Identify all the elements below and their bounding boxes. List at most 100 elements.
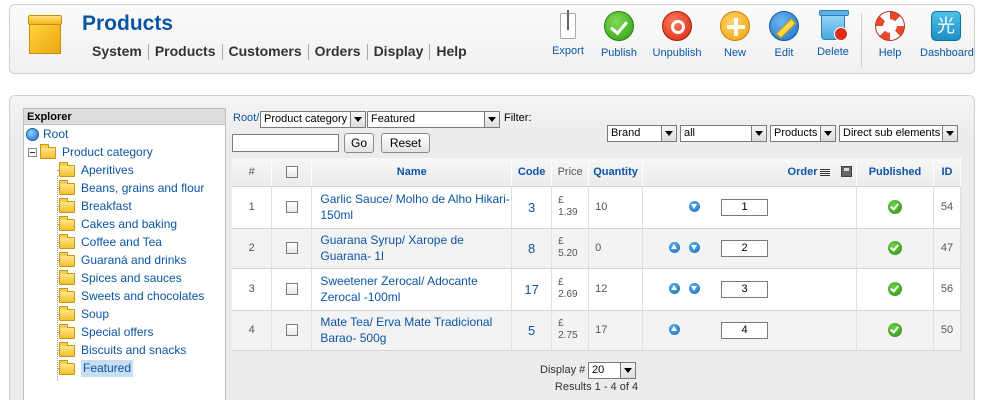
row-number: 4 — [232, 310, 273, 351]
product-code[interactable]: 5 — [511, 310, 553, 351]
folder-icon — [59, 161, 75, 177]
folder-icon — [59, 359, 75, 375]
tree-item-featured[interactable]: Featured — [59, 359, 134, 377]
col-order: Order — [642, 158, 858, 187]
col-id[interactable]: ID — [933, 158, 962, 187]
chevron-down-icon — [661, 126, 676, 141]
move-up-icon[interactable] — [669, 242, 681, 254]
explorer-title: Explorer — [24, 109, 225, 125]
scope-select[interactable]: Direct sub elements — [839, 125, 958, 142]
order-input[interactable]: 1 — [721, 198, 769, 216]
product-name-link[interactable]: Mate Tea/ Erva Mate Tradicional Barao- 5… — [311, 310, 513, 351]
edit-button[interactable]: Edit — [758, 11, 810, 59]
go-button[interactable]: Go — [344, 133, 374, 153]
collapse-icon[interactable] — [28, 148, 37, 157]
display-count-select[interactable]: 20 — [588, 362, 636, 379]
product-code[interactable]: 8 — [511, 228, 553, 269]
product-name-link[interactable]: Sweetener Zerocal/ Adocante Zerocal -100… — [311, 268, 513, 311]
tree-item-special-offers[interactable]: Special offers — [59, 323, 154, 341]
menu-system[interactable]: System — [86, 43, 148, 60]
delete-button[interactable]: Delete — [807, 10, 859, 58]
table-row: 1 Garlic Sauce/ Molho de Alho Hikari- 15… — [232, 186, 962, 229]
product-name-link[interactable]: Guarana Syrup/ Xarope de Guarana- 1l — [311, 228, 513, 269]
menu-products[interactable]: Products — [149, 43, 222, 60]
folder-icon — [59, 179, 75, 195]
tree-item-guarana[interactable]: Guaraná and drinks — [59, 251, 186, 269]
subcategory-select[interactable]: Featured — [367, 111, 500, 128]
row-checkbox[interactable] — [285, 201, 298, 214]
brand-value-select[interactable]: all — [680, 125, 767, 142]
tree-item-sweets[interactable]: Sweets and chocolates — [59, 287, 204, 305]
folder-icon — [59, 215, 75, 231]
row-number: 1 — [232, 186, 273, 229]
published-check-icon[interactable] — [887, 282, 902, 296]
row-select-cell — [271, 186, 313, 229]
row-checkbox[interactable] — [285, 283, 298, 296]
product-code[interactable]: 17 — [511, 268, 553, 311]
select-all-checkbox[interactable] — [285, 165, 298, 178]
col-quantity[interactable]: Quantity — [588, 158, 644, 187]
tree-item-soup[interactable]: Soup — [59, 305, 109, 323]
published-check-icon[interactable] — [887, 323, 902, 337]
product-price: £2.69 — [551, 268, 590, 311]
row-checkbox[interactable] — [285, 242, 298, 255]
delete-icon — [819, 10, 849, 41]
brand-select[interactable]: Brand — [607, 125, 677, 142]
reset-button[interactable]: Reset — [381, 133, 430, 153]
order-input[interactable]: 3 — [721, 280, 769, 298]
move-down-icon[interactable] — [689, 201, 701, 213]
move-down-icon[interactable] — [689, 242, 701, 254]
products-box-icon — [28, 15, 62, 55]
move-down-icon[interactable] — [689, 283, 701, 295]
sort-icon[interactable] — [819, 168, 830, 176]
folder-icon — [59, 287, 75, 303]
help-icon — [875, 11, 905, 41]
published-check-icon[interactable] — [887, 200, 902, 214]
tree-item-breakfast[interactable]: Breakfast — [59, 197, 132, 215]
search-input[interactable] — [232, 134, 339, 152]
help-button[interactable]: Help — [864, 11, 916, 59]
tree-item-coffee[interactable]: Coffee and Tea — [59, 233, 162, 251]
main-panel: Explorer Root Product category Aperitive… — [9, 95, 975, 400]
folder-icon — [59, 269, 75, 285]
tree-product-category[interactable]: Product category — [28, 143, 153, 161]
move-up-icon[interactable] — [669, 283, 681, 295]
breadcrumb-root[interactable]: Root/ — [233, 112, 259, 124]
move-up-icon[interactable] — [669, 324, 681, 336]
product-code[interactable]: 3 — [511, 186, 553, 229]
new-button[interactable]: New — [709, 11, 761, 59]
category-select[interactable]: Product category — [260, 111, 366, 128]
product-price: £2.75 — [551, 310, 590, 351]
save-order-icon[interactable] — [840, 166, 852, 178]
published-cell — [856, 186, 934, 229]
col-published[interactable]: Published — [856, 158, 934, 187]
col-code[interactable]: Code — [511, 158, 553, 187]
tree-item-beans[interactable]: Beans, grains and flour — [59, 179, 204, 197]
order-input[interactable]: 4 — [721, 321, 769, 339]
row-select-cell — [271, 228, 313, 269]
order-cell: 2 — [642, 228, 858, 269]
unpublish-button[interactable]: Unpublish — [651, 11, 703, 59]
order-input[interactable]: 2 — [721, 239, 769, 257]
tree-root[interactable]: Root — [26, 126, 68, 143]
col-name[interactable]: Name — [311, 158, 513, 187]
tree-item-spices[interactable]: Spices and sauces — [59, 269, 182, 287]
product-name-link[interactable]: Garlic Sauce/ Molho de Alho Hikari- 150m… — [311, 186, 513, 229]
product-id: 54 — [933, 186, 962, 229]
product-id: 50 — [933, 310, 962, 351]
menu-orders[interactable]: Orders — [309, 43, 367, 60]
export-button[interactable]: Export — [542, 10, 594, 57]
publish-button[interactable]: Publish — [593, 11, 645, 59]
menu-display[interactable]: Display — [368, 43, 430, 60]
tree-item-cakes[interactable]: Cakes and baking — [59, 215, 177, 233]
dashboard-button[interactable]: 光 Dashboard — [920, 11, 974, 59]
row-checkbox[interactable] — [285, 324, 298, 337]
published-check-icon[interactable] — [887, 241, 902, 255]
order-header-label[interactable]: Order — [788, 166, 818, 178]
menu-customers[interactable]: Customers — [223, 43, 308, 60]
type-select[interactable]: Products — [770, 125, 836, 142]
tree-item-biscuits[interactable]: Biscuits and snacks — [59, 341, 186, 359]
menu-help[interactable]: Help — [430, 43, 472, 60]
tree-item-aperitives[interactable]: Aperitives — [59, 161, 134, 179]
product-quantity: 10 — [588, 186, 644, 229]
